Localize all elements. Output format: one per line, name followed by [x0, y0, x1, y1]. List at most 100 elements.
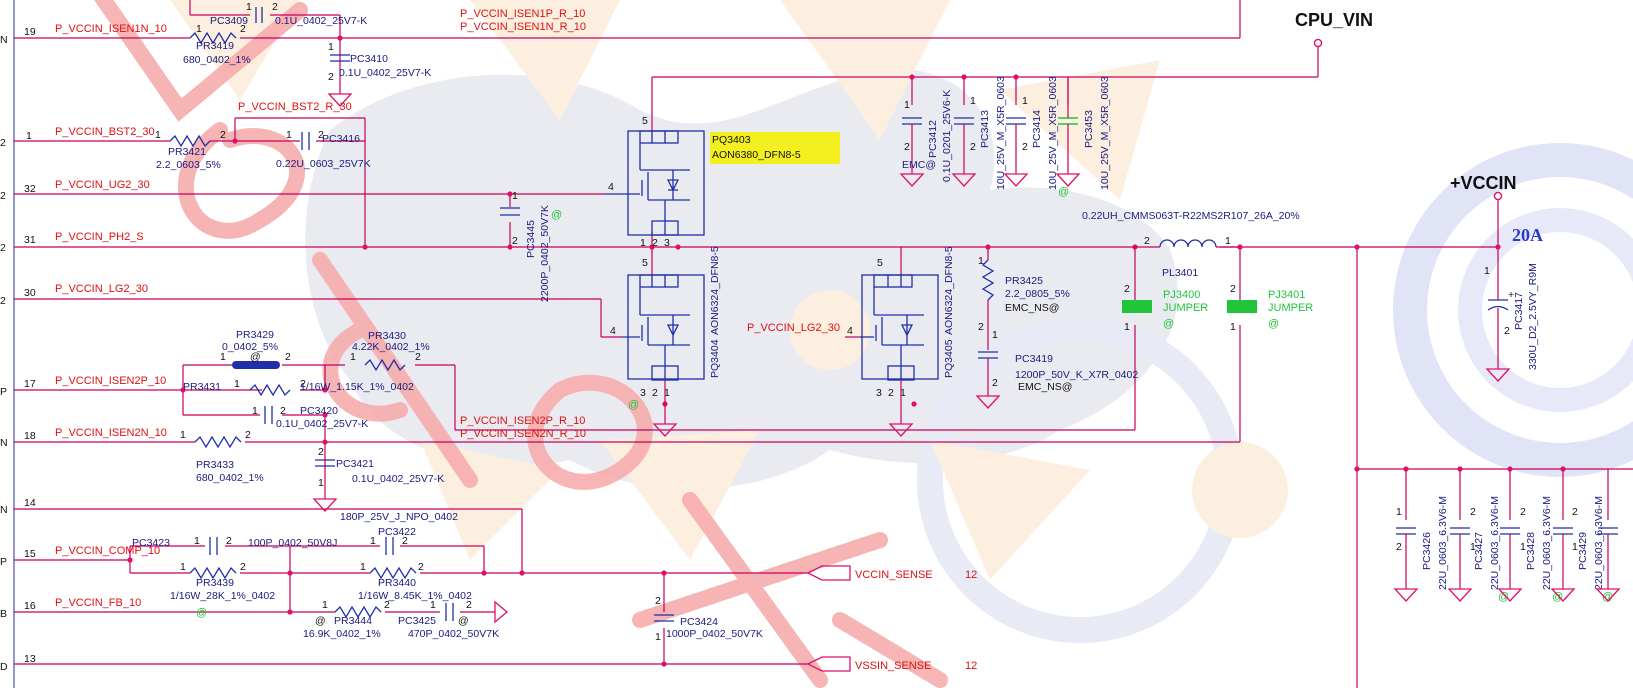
svg-text:1: 1 — [318, 477, 324, 489]
svg-text:2: 2 — [328, 71, 334, 83]
svg-text:CPU_VIN: CPU_VIN — [1295, 10, 1373, 30]
svg-text:@: @ — [551, 209, 562, 221]
svg-text:PR3419: PR3419 — [196, 40, 234, 52]
svg-text:JUMPER: JUMPER — [1268, 302, 1313, 314]
svg-text:2200P_0402_50V7K: 2200P_0402_50V7K — [539, 205, 551, 302]
svg-text:PL3401: PL3401 — [1162, 267, 1198, 279]
pin-number: 32 — [24, 183, 36, 195]
svg-text:0.1U_0402_25V7-K: 0.1U_0402_25V7-K — [276, 418, 368, 430]
net-isen1p-r: P_VCCIN_ISEN1P_R_10 — [460, 8, 585, 20]
svg-text:2: 2 — [978, 321, 984, 333]
svg-text:2: 2 — [1396, 541, 1402, 553]
capacitor-pc3429: 21 @ PC3429 22U_0603_6.3V6-M — [1551, 496, 1605, 603]
svg-text:PQ3405: PQ3405 — [943, 339, 955, 378]
svg-text:1: 1 — [252, 405, 258, 417]
svg-text:AON6324_DFN8-5: AON6324_DFN8-5 — [943, 246, 955, 335]
svg-text:PC3425: PC3425 — [398, 615, 436, 627]
svg-text:1000P_0402_50V7K: 1000P_0402_50V7K — [666, 628, 763, 640]
svg-text:1200P_50V_K_X7R_0402: 1200P_50V_K_X7R_0402 — [1015, 369, 1138, 381]
svg-text:1: 1 — [360, 561, 366, 573]
svg-text:4: 4 — [847, 325, 853, 337]
svg-text:3: 3 — [664, 237, 670, 249]
svg-text:PC3426: PC3426 — [1421, 532, 1433, 570]
svg-text:VCCIN_SENSE: VCCIN_SENSE — [855, 569, 933, 581]
net-ph2: P_VCCIN_PH2_S — [55, 231, 144, 243]
edge-letter: N — [0, 437, 8, 449]
svg-text:2: 2 — [1230, 283, 1236, 295]
svg-text:1: 1 — [1022, 95, 1028, 107]
svg-text:1: 1 — [196, 23, 202, 35]
capacitor-pc3423: 12 PC3423 100P_0402_50V8J — [132, 535, 337, 555]
svg-text:680_0402_1%: 680_0402_1% — [196, 472, 264, 484]
svg-text:0.22U_0603_25V7K: 0.22U_0603_25V7K — [276, 158, 371, 170]
svg-text:PR3429: PR3429 — [236, 329, 274, 341]
svg-text:@: @ — [196, 607, 207, 619]
svg-text:EMC@: EMC@ — [902, 159, 936, 171]
svg-text:PC3419: PC3419 — [1015, 353, 1053, 365]
svg-text:2: 2 — [272, 1, 278, 13]
resistor-pr3444: 1 2 @ PR3444 16.9K_0402_1% — [303, 599, 390, 640]
svg-text:1: 1 — [180, 561, 186, 573]
svg-text:1: 1 — [512, 190, 518, 202]
svg-text:1: 1 — [655, 631, 661, 643]
svg-text:2: 2 — [652, 387, 658, 399]
svg-text:PR3433: PR3433 — [196, 459, 234, 471]
svg-text:470P_0402_50V7K: 470P_0402_50V7K — [408, 628, 499, 640]
svg-text:0.1U_0402_25V7-K: 0.1U_0402_25V7-K — [275, 15, 367, 27]
svg-text:PC3428: PC3428 — [1525, 532, 1537, 570]
schematic-canvas: N 2 2 2 2 P N N P B D 19 1 32 31 30 17 1… — [0, 0, 1633, 688]
svg-text:4: 4 — [608, 181, 614, 193]
resistor-pr3433: 1 2 PR3433 680_0402_1% — [180, 429, 264, 484]
svg-text:1/16W_28K_1%_0402: 1/16W_28K_1%_0402 — [170, 590, 275, 602]
svg-text:0.22UH_CMMS063T-R22MS2R107_26A: 0.22UH_CMMS063T-R22MS2R107_26A_20% — [1082, 210, 1300, 222]
svg-text:@: @ — [1058, 186, 1069, 198]
svg-text:2: 2 — [1470, 506, 1476, 518]
svg-text:22U_0603_6.3V6-M: 22U_0603_6.3V6-M — [1437, 496, 1449, 590]
net-bst2r: P_VCCIN_BST2_R_30 — [238, 101, 352, 113]
svg-text:PC3413: PC3413 — [979, 110, 991, 148]
svg-text:100P_0402_50V8J: 100P_0402_50V8J — [248, 537, 337, 549]
edge-letter: 2 — [0, 295, 6, 307]
net-isen1n: P_VCCIN_ISEN1N_10 — [55, 23, 167, 35]
svg-text:1: 1 — [1124, 321, 1130, 333]
svg-text:1: 1 — [286, 129, 292, 141]
svg-text:2.2_0805_5%: 2.2_0805_5% — [1005, 288, 1070, 300]
pin-number: 1 — [26, 130, 32, 142]
pin-number: 30 — [24, 287, 36, 299]
edge-letter: B — [0, 608, 7, 620]
svg-text:PC3421: PC3421 — [336, 458, 374, 470]
net-isen2p-r: P_VCCIN_ISEN2P_R_10 — [460, 415, 585, 427]
svg-text:@: @ — [1163, 318, 1174, 330]
svg-text:3: 3 — [640, 387, 646, 399]
edge-letter: 2 — [0, 137, 6, 149]
svg-text:2: 2 — [992, 377, 998, 389]
svg-text:@: @ — [458, 615, 469, 627]
svg-text:1: 1 — [370, 535, 376, 547]
svg-text:@: @ — [1268, 318, 1279, 330]
svg-text:PJ3400: PJ3400 — [1163, 289, 1200, 301]
svg-text:4: 4 — [610, 325, 616, 337]
resistor-pr3440: 1 2 PR3440 1/16W_8.45K_1%_0402 — [358, 561, 472, 602]
svg-text:1/16W_1.15K_1%_0402: 1/16W_1.15K_1%_0402 — [300, 381, 414, 393]
svg-text:330U_D2_2.5VY_R9M: 330U_D2_2.5VY_R9M — [1527, 263, 1539, 370]
edge-letter: D — [0, 661, 8, 673]
capacitor-pc3425: 1 2 PC3425 @ 470P_0402_50V7K — [398, 599, 509, 640]
svg-text:1: 1 — [1396, 506, 1402, 518]
svg-text:VSSIN_SENSE: VSSIN_SENSE — [855, 660, 931, 672]
svg-text:2: 2 — [418, 561, 424, 573]
svg-text:PJ3401: PJ3401 — [1268, 289, 1305, 301]
net-fb: P_VCCIN_FB_10 — [55, 597, 141, 609]
svg-text:2: 2 — [1572, 506, 1578, 518]
capacitor-pc3426: 1 2 PC3426 22U_0603_6.3V6-M — [1394, 496, 1449, 602]
svg-text:2: 2 — [904, 141, 910, 153]
svg-text:PQ3403: PQ3403 — [712, 134, 751, 146]
svg-text:2: 2 — [1520, 506, 1526, 518]
svg-text:0_0402_5%: 0_0402_5% — [222, 341, 278, 353]
net-lg2: P_VCCIN_LG2_30 — [55, 283, 148, 295]
pin-number: 13 — [24, 653, 36, 665]
svg-text:2: 2 — [245, 429, 251, 441]
svg-text:2: 2 — [888, 387, 894, 399]
svg-text:0.1U_0402_25V7-K: 0.1U_0402_25V7-K — [339, 67, 431, 79]
capacitor-pc3428: 21 @ PC3428 22U_0603_6.3V6-M — [1498, 496, 1553, 603]
pin-number: 19 — [24, 26, 36, 38]
